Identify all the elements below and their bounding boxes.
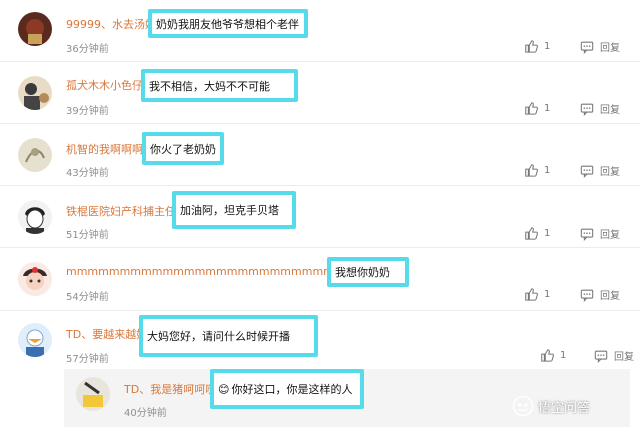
comment-text: 我想你奶奶	[327, 257, 409, 287]
comment-text: 加油阿，坦克手贝塔	[172, 191, 296, 229]
like-count: 1	[544, 288, 551, 300]
reply-username[interactable]: TD、我是猪呵呵哒	[124, 381, 216, 397]
comment-row: 铁棍医院妇产科捕主任 51分钟前 加油阿，坦克手贝塔 1 回复	[0, 186, 640, 248]
thumbs-up-icon	[541, 349, 554, 362]
comment-time: 43分钟前	[66, 168, 109, 179]
like-button[interactable]: 1	[524, 39, 550, 53]
comment-row: 孤犬木木小色仔 39分钟前 我不相信，大妈不不可能 1 回复	[0, 62, 640, 124]
like-button[interactable]: 1	[524, 287, 550, 301]
smile-emoji-icon: 😊	[218, 382, 230, 396]
like-button[interactable]: 1	[524, 163, 550, 177]
avatar[interactable]	[18, 138, 52, 172]
reply-text: 😊 你好这口，你是这样的人	[210, 369, 364, 409]
reply-icon	[580, 165, 594, 178]
reply-button[interactable]: 回复	[580, 101, 620, 116]
comment-text: 奶奶我朋友他爷爷想相个老伴	[148, 9, 308, 38]
thumbs-up-icon	[525, 40, 538, 53]
reply-button[interactable]: 回复	[594, 348, 634, 363]
reply-icon	[580, 41, 594, 54]
reply-label: 回复	[600, 291, 620, 302]
like-count: 1	[544, 40, 551, 52]
like-button[interactable]: 1	[524, 226, 550, 240]
thumbs-up-icon	[525, 288, 538, 301]
reply-avatar[interactable]	[76, 377, 110, 411]
comment-text: 我不相信，大妈不不可能	[141, 69, 298, 102]
reply-button[interactable]: 回复	[580, 39, 620, 54]
comment-time: 54分钟前	[66, 292, 109, 303]
like-count: 1	[544, 102, 551, 114]
reply-icon	[580, 228, 594, 241]
comment-time: 36分钟前	[66, 44, 109, 55]
thumbs-up-icon	[525, 102, 538, 115]
wukong-logo-icon	[512, 395, 534, 417]
like-count: 1	[544, 227, 551, 239]
comment-text-content: 你火了老奶奶	[150, 142, 216, 156]
reply-icon	[580, 103, 594, 116]
like-button[interactable]: 1	[524, 101, 550, 115]
avatar[interactable]	[18, 323, 52, 357]
reply-label: 回复	[614, 352, 634, 363]
avatar[interactable]	[18, 76, 52, 110]
reply-button[interactable]: 回复	[580, 163, 620, 178]
avatar-image	[18, 76, 52, 110]
reply-icon	[594, 350, 608, 363]
reply-button[interactable]: 回复	[580, 226, 620, 241]
comment-text-content: 我想你奶奶	[335, 266, 390, 279]
like-button[interactable]: 1	[540, 348, 566, 362]
comment-username[interactable]: 铁棍医院妇产科捕主任	[66, 203, 176, 219]
comment-time: 57分钟前	[66, 354, 109, 365]
reply-label: 回复	[600, 105, 620, 116]
comment-row: 99999、水去汤姆 36分钟前 奶奶我朋友他爷爷想相个老伴 1 回复	[0, 0, 640, 62]
avatar-image	[18, 200, 52, 234]
thumbs-up-icon	[525, 164, 538, 177]
avatar[interactable]	[18, 12, 52, 46]
watermark-text: 悟空问答	[538, 400, 591, 416]
comment-username[interactable]: 机智的我啊啊啊	[66, 141, 143, 157]
comment-username[interactable]: 99999、水去汤姆	[66, 16, 156, 32]
reply-label: 回复	[600, 167, 620, 178]
like-count: 1	[544, 164, 551, 176]
comment-row: mmmmmmmmmmmmmmmmmmmmmmmmmmmmmmd 54分钟前 我想…	[0, 248, 640, 311]
reply-time: 40分钟前	[124, 408, 167, 419]
avatar[interactable]	[18, 200, 52, 234]
comment-time: 39分钟前	[66, 106, 109, 117]
reply-label: 回复	[600, 43, 620, 54]
avatar-image	[18, 323, 52, 357]
reply-button[interactable]: 回复	[580, 287, 620, 302]
thumbs-up-icon	[525, 227, 538, 240]
avatar-image	[18, 12, 52, 46]
reply-label: 回复	[600, 230, 620, 241]
comment-text: 大妈您好，请问什么时候开播	[139, 315, 318, 357]
comment-text-content: 加油阿，坦克手贝塔	[180, 204, 279, 217]
comment-time: 51分钟前	[66, 230, 109, 241]
avatar-image	[18, 262, 52, 296]
comment-row: 机智的我啊啊啊 43分钟前 你火了老奶奶 1 回复	[0, 124, 640, 186]
like-count: 1	[560, 349, 567, 361]
reply-icon	[580, 289, 594, 302]
comment-text-content: 我不相信，大妈不不可能	[149, 79, 270, 93]
comment-text-content: 奶奶我朋友他爷爷想相个老伴	[156, 17, 299, 31]
watermark: 悟空问答	[512, 395, 590, 417]
comment-text-content: 大妈您好，请问什么时候开播	[147, 330, 290, 343]
comment-username[interactable]: 孤犬木木小色仔	[66, 77, 143, 93]
avatar[interactable]	[18, 262, 52, 296]
reply-text-content: 你好这口，你是这样的人	[231, 383, 353, 396]
avatar-image	[18, 138, 52, 172]
comment-text: 你火了老奶奶	[142, 132, 224, 165]
avatar-image	[76, 377, 110, 411]
comment-username[interactable]: TD、要越来越好	[66, 326, 147, 342]
